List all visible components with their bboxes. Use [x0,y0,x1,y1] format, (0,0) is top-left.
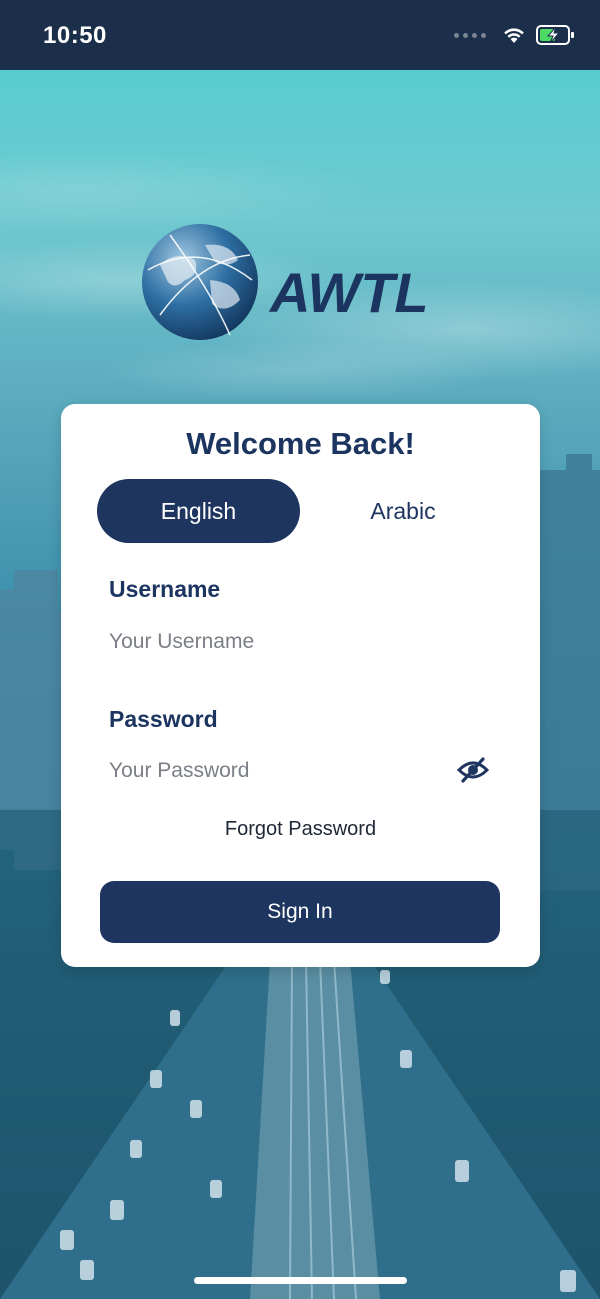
username-label: Username [109,576,221,602]
forgot-password-link[interactable]: Forgot Password [61,818,540,841]
sign-in-button[interactable]: Sign In [100,881,500,943]
login-card: Welcome Back! English Arabic Username Pa… [61,404,540,967]
awtl-logo: AWTL [142,224,429,340]
status-bar: 10:50 [0,0,600,70]
battery-charging-icon [536,25,574,45]
eye-slash-icon[interactable] [457,756,489,784]
language-english-button[interactable]: English [97,479,300,543]
signal-dots-icon [454,32,486,38]
username-input[interactable] [109,622,489,662]
home-indicator[interactable] [194,1277,407,1284]
password-label: Password [109,706,218,732]
wifi-icon [504,28,524,43]
language-switch: English Arabic [97,479,505,543]
logo-wordmark: AWTL [268,261,429,324]
status-icons [454,24,576,46]
status-time: 10:50 [43,22,107,49]
language-arabic-button[interactable]: Arabic [301,479,505,543]
welcome-title: Welcome Back! [186,426,415,461]
password-input[interactable] [109,751,439,791]
